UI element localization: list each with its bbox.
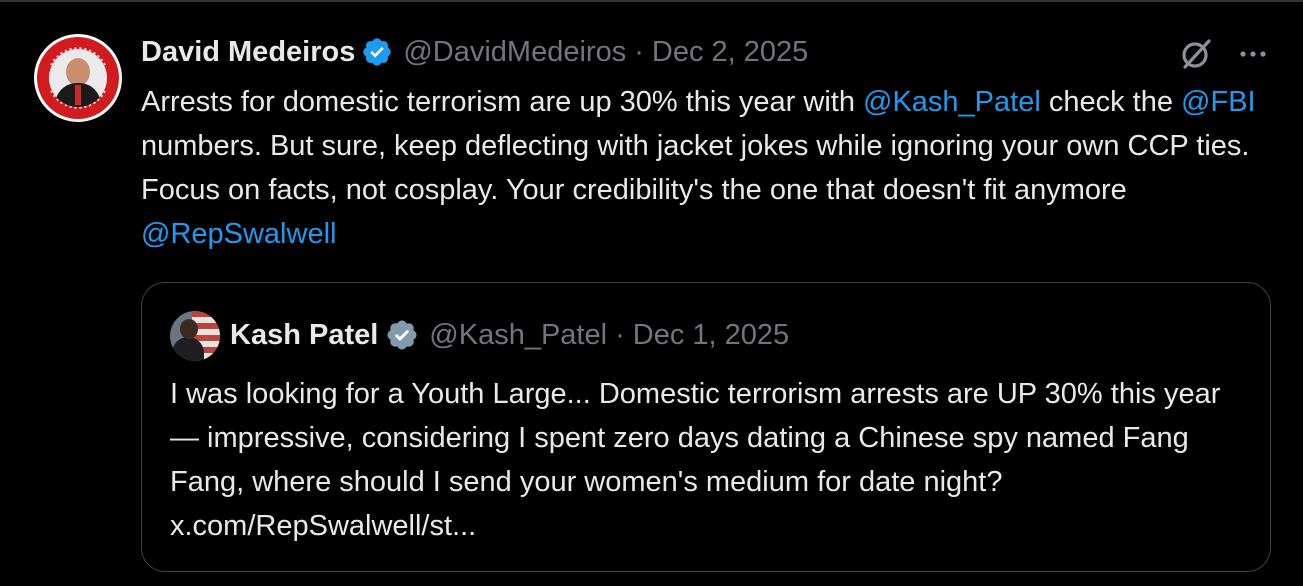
gov-verified-badge-icon: [387, 320, 417, 350]
grok-icon[interactable]: [1176, 34, 1216, 74]
tweet-text: numbers. But sure, keep deflecting with …: [141, 130, 1250, 206]
avatar-badge-logo-icon: [50, 47, 106, 109]
quoted-author-avatar[interactable]: [170, 311, 220, 361]
avatar-suit: [172, 337, 204, 361]
tweet-date[interactable]: Dec 2, 2025: [652, 36, 808, 69]
author-handle[interactable]: @DavidMedeiros: [403, 36, 626, 69]
tweet[interactable]: David Medeiros @DavidMedeiros · Dec 2, 2…: [0, 0, 1303, 586]
tweet-body: Arrests for domestic terrorism are up 30…: [141, 80, 1281, 256]
quoted-author-name[interactable]: Kash Patel: [230, 319, 378, 352]
mention-rep-swalwell[interactable]: @RepSwalwell: [141, 218, 336, 250]
quoted-tweet-date[interactable]: Dec 1, 2025: [633, 319, 789, 352]
mention-kash-patel[interactable]: @Kash_Patel: [863, 86, 1041, 118]
quoted-tweet-body: I was looking for a Youth Large... Domes…: [170, 378, 1221, 542]
avatar-badge-ring: [37, 37, 119, 119]
author-name[interactable]: David Medeiros: [141, 36, 355, 69]
separator-dot: ·: [634, 35, 644, 68]
tweet-header: David Medeiros @DavidMedeiros · Dec 2, 2…: [141, 32, 808, 72]
tweet-text: Arrests for domestic terrorism are up 30…: [141, 86, 864, 118]
mention-fbi[interactable]: @FBI: [1181, 86, 1256, 118]
quoted-author-handle[interactable]: @Kash_Patel: [429, 319, 607, 352]
tweet-text: check the: [1040, 86, 1182, 118]
quoted-tweet[interactable]: Kash Patel @Kash_Patel · Dec 1, 2025 I w…: [141, 282, 1271, 572]
quoted-tweet-header: Kash Patel @Kash_Patel · Dec 1, 2025: [230, 313, 789, 357]
more-options-icon[interactable]: [1236, 40, 1270, 68]
separator-dot: ·: [615, 318, 625, 351]
author-avatar[interactable]: [34, 34, 122, 122]
verified-badge-icon: [363, 38, 392, 66]
avatar-head: [180, 319, 198, 339]
